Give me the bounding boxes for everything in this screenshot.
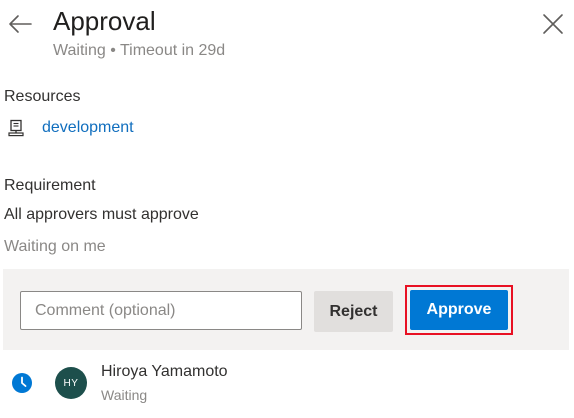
approver-name: Hiroya Yamamoto <box>101 363 228 380</box>
approve-highlight: Approve <box>405 285 513 335</box>
environment-icon <box>8 119 24 137</box>
requirement-label: Requirement <box>4 177 96 194</box>
requirement-text: All approvers must approve <box>4 206 199 223</box>
approver-row: HY Hiroya Yamamoto Waiting <box>0 356 574 410</box>
waiting-status: Waiting on me <box>4 238 106 255</box>
resource-item: development <box>8 117 134 139</box>
avatar: HY <box>55 367 87 399</box>
close-icon[interactable] <box>541 12 565 36</box>
arrow-left-icon[interactable] <box>7 12 33 36</box>
approve-button[interactable]: Approve <box>410 290 508 330</box>
comment-input[interactable] <box>20 291 302 330</box>
resource-link-development[interactable]: development <box>42 119 134 137</box>
clock-icon <box>12 373 32 393</box>
reject-button[interactable]: Reject <box>314 291 393 332</box>
approver-status: Waiting <box>101 387 148 403</box>
page-subtitle: Waiting • Timeout in 29d <box>53 42 226 59</box>
page-title: Approval <box>53 6 156 36</box>
resources-label: Resources <box>4 88 81 105</box>
approval-action-panel: Reject Approve <box>3 269 569 350</box>
